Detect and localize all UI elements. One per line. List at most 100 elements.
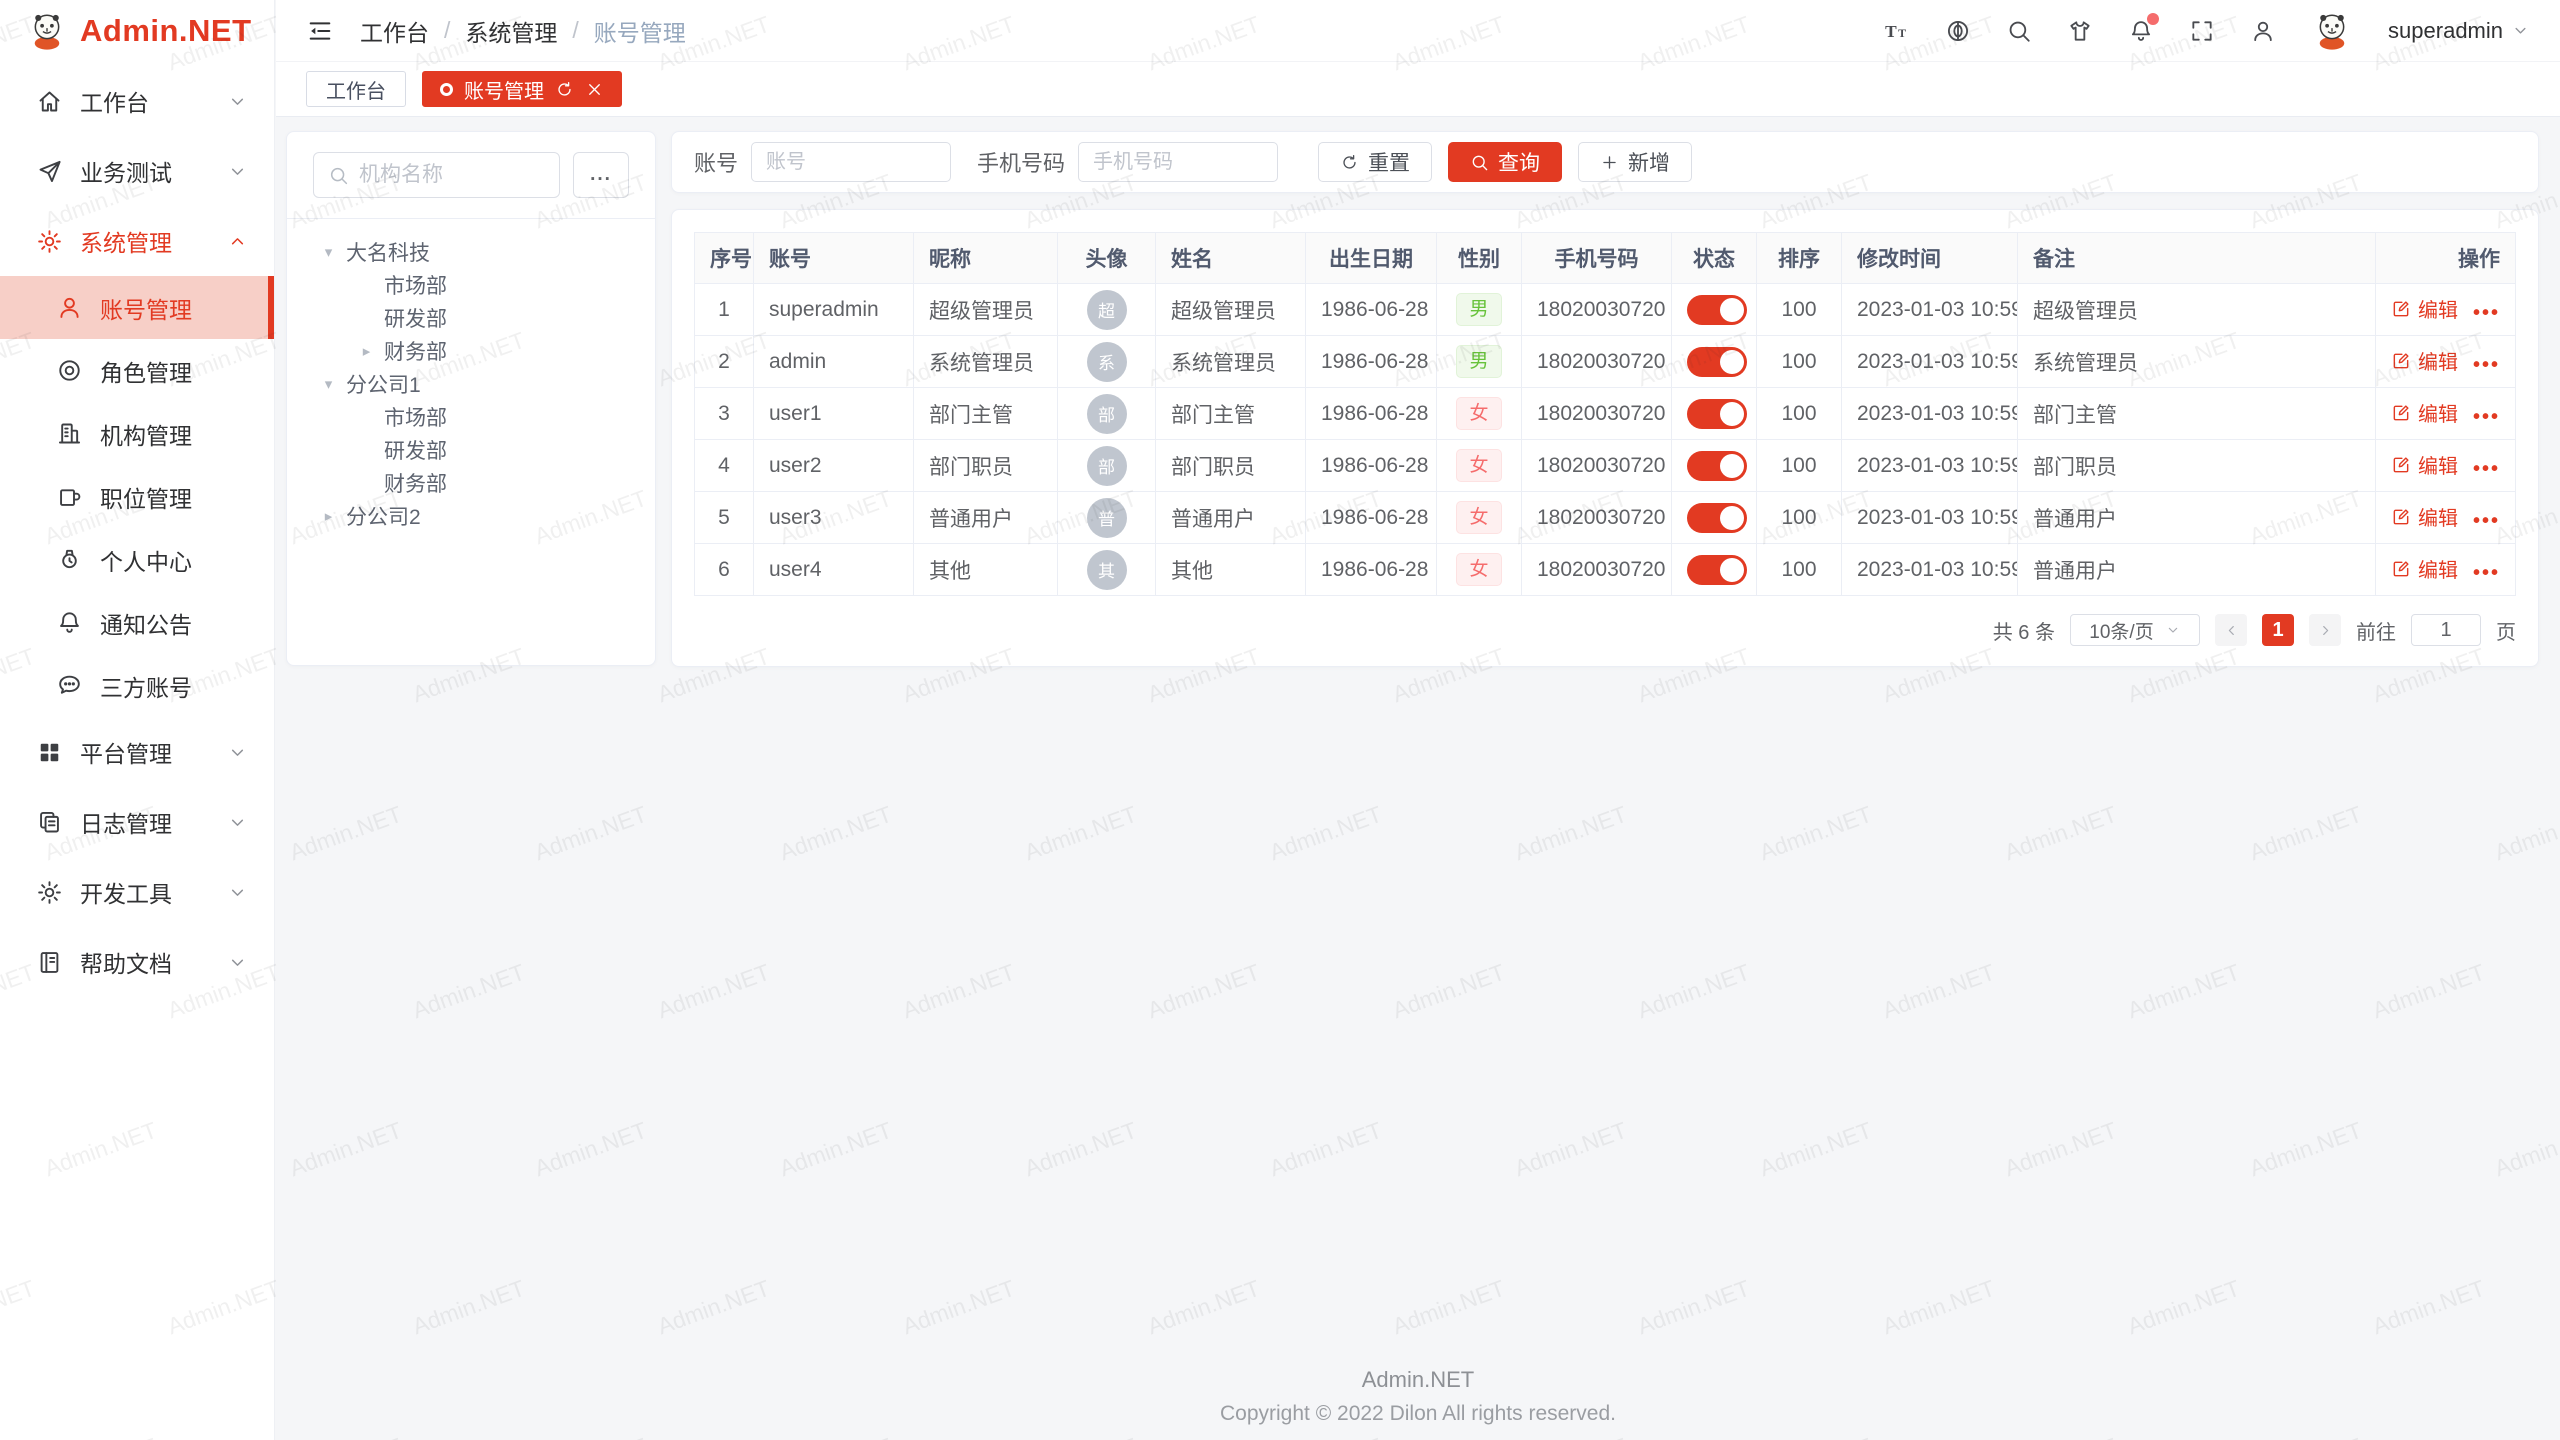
fullscreen-icon[interactable] xyxy=(2189,18,2215,44)
close-icon[interactable] xyxy=(585,80,604,99)
theme-shirt-icon[interactable] xyxy=(2067,18,2093,44)
next-page-button[interactable] xyxy=(2309,614,2341,646)
logo-title: Admin.NET xyxy=(80,13,252,49)
cell-modified: 2023-01-03 10:59:44 xyxy=(1842,388,2018,440)
cell-gender: 女 xyxy=(1437,492,1522,544)
plus-icon xyxy=(1600,153,1619,172)
sidebar-item-role-manage[interactable]: 角色管理 xyxy=(0,339,274,402)
prev-page-button[interactable] xyxy=(2215,614,2247,646)
goto-page-input[interactable] xyxy=(2411,614,2481,646)
column-header: 备注 xyxy=(2018,233,2376,284)
font-size-icon[interactable]: TT xyxy=(1884,18,1910,44)
edit-button[interactable]: 编辑 xyxy=(2391,398,2458,427)
cell-gender: 男 xyxy=(1437,336,1522,388)
sidebar-item-third-party-account[interactable]: 三方账号 xyxy=(0,654,274,717)
avatar[interactable] xyxy=(2311,10,2353,52)
more-actions-button[interactable]: ••• xyxy=(2473,562,2500,584)
status-toggle[interactable] xyxy=(1687,503,1747,533)
sidebar-item-help-docs[interactable]: 帮助文档 xyxy=(0,927,274,997)
page-size-select[interactable]: 10条/页 xyxy=(2070,614,2200,646)
tree-caret-icon[interactable]: ▾ xyxy=(311,375,346,393)
more-actions-button[interactable]: ••• xyxy=(2473,458,2500,480)
current-page[interactable]: 1 xyxy=(2262,614,2294,646)
sidebar-item-notice[interactable]: 通知公告 xyxy=(0,591,274,654)
topbar: 工作台 / 系统管理 / 账号管理 TT superadmin xyxy=(276,0,2560,62)
cell-account: admin xyxy=(754,336,914,388)
tree-node[interactable]: ▸分公司2 xyxy=(287,499,645,532)
status-toggle[interactable] xyxy=(1687,451,1747,481)
search-icon[interactable] xyxy=(2006,18,2032,44)
gender-tag: 女 xyxy=(1456,397,1501,431)
sidebar-item-business-test[interactable]: 业务测试 xyxy=(0,136,274,206)
sidebar-item-dev-tools[interactable]: 开发工具 xyxy=(0,857,274,927)
sidebar-item-personal-center[interactable]: 个人中心 xyxy=(0,528,274,591)
status-toggle[interactable] xyxy=(1687,347,1747,377)
org-search-input[interactable] xyxy=(359,163,545,187)
more-actions-button[interactable]: ••• xyxy=(2473,354,2500,376)
edit-button[interactable]: 编辑 xyxy=(2391,346,2458,375)
tab-account-manage[interactable]: 账号管理 xyxy=(422,71,622,107)
reset-button[interactable]: 重置 xyxy=(1318,142,1432,182)
sidebar-item-position-manage[interactable]: 职位管理 xyxy=(0,465,274,528)
status-toggle[interactable] xyxy=(1687,399,1747,429)
column-header: 姓名 xyxy=(1156,233,1306,284)
tree-node[interactable]: 研发部 xyxy=(287,433,645,466)
tree-node[interactable]: 市场部 xyxy=(287,268,645,301)
notification-bell-icon[interactable] xyxy=(2128,18,2154,44)
cell-gender: 女 xyxy=(1437,440,1522,492)
cell-modified: 2023-01-03 10:59:44 xyxy=(1842,440,2018,492)
sidebar-item-platform-manage[interactable]: 平台管理 xyxy=(0,717,274,787)
user-icon xyxy=(56,294,83,321)
more-actions-button[interactable]: ••• xyxy=(2473,406,2500,428)
edit-button[interactable]: 编辑 xyxy=(2391,554,2458,583)
more-actions-button[interactable]: ••• xyxy=(2473,302,2500,324)
user-menu[interactable]: superadmin xyxy=(2388,18,2530,44)
breadcrumb-item[interactable]: 系统管理 xyxy=(465,14,557,48)
sidebar-item-workbench[interactable]: 工作台 xyxy=(0,66,274,136)
tree-node[interactable]: 市场部 xyxy=(287,400,645,433)
edit-button[interactable]: 编辑 xyxy=(2391,502,2458,531)
more-options-button[interactable]: ... xyxy=(573,152,629,198)
language-icon[interactable] xyxy=(1945,18,1971,44)
cell-birth: 1986-06-28 xyxy=(1306,544,1437,596)
refresh-icon[interactable] xyxy=(555,80,574,99)
edit-button[interactable]: 编辑 xyxy=(2391,450,2458,479)
profile-icon[interactable] xyxy=(2250,18,2276,44)
phone-input[interactable] xyxy=(1078,142,1278,182)
cell-no: 2 xyxy=(695,336,754,388)
sidebar-item-org-manage[interactable]: 机构管理 xyxy=(0,402,274,465)
add-button[interactable]: 新增 xyxy=(1578,142,1692,182)
search-icon xyxy=(1470,153,1489,172)
tree-node[interactable]: ▸财务部 xyxy=(287,334,645,367)
more-actions-button[interactable]: ••• xyxy=(2473,510,2500,532)
table-row: 6user4其他其其他1986-06-28女180200307201002023… xyxy=(695,544,2516,596)
table-row: 1superadmin超级管理员超超级管理员1986-06-28男1802003… xyxy=(695,284,2516,336)
status-toggle[interactable] xyxy=(1687,295,1747,325)
tree-node[interactable]: 研发部 xyxy=(287,301,645,334)
account-input[interactable] xyxy=(751,142,951,182)
sidebar-item-system-manage[interactable]: 系统管理 xyxy=(0,206,274,276)
sidebar-item-log-manage[interactable]: 日志管理 xyxy=(0,787,274,857)
collapse-menu-icon[interactable] xyxy=(306,17,334,45)
edit-icon xyxy=(2391,403,2411,423)
sidebar-item-account-manage[interactable]: 账号管理 xyxy=(0,276,274,339)
breadcrumb-item[interactable]: 工作台 xyxy=(360,14,429,48)
tab-workbench[interactable]: 工作台 xyxy=(306,71,406,107)
tree-caret-icon[interactable]: ▸ xyxy=(349,342,384,360)
tree-node[interactable]: 财务部 xyxy=(287,466,645,499)
tools-icon xyxy=(36,879,63,906)
status-toggle[interactable] xyxy=(1687,555,1747,585)
chevron-down-icon xyxy=(227,161,248,182)
query-button[interactable]: 查询 xyxy=(1448,142,1562,182)
tree-caret-icon[interactable]: ▸ xyxy=(311,507,346,525)
edit-button[interactable]: 编辑 xyxy=(2391,294,2458,323)
cell-status xyxy=(1672,440,1757,492)
org-tree-header: ... xyxy=(287,152,655,218)
tree-node[interactable]: ▾大名科技 xyxy=(287,235,645,268)
cell-remark: 超级管理员 xyxy=(2018,284,2376,336)
book-icon xyxy=(36,949,63,976)
tree-caret-icon[interactable]: ▾ xyxy=(311,243,346,261)
tree-node[interactable]: ▾分公司1 xyxy=(287,367,645,400)
cell-name: 超级管理员 xyxy=(1156,284,1306,336)
avatar: 超 xyxy=(1087,290,1127,330)
